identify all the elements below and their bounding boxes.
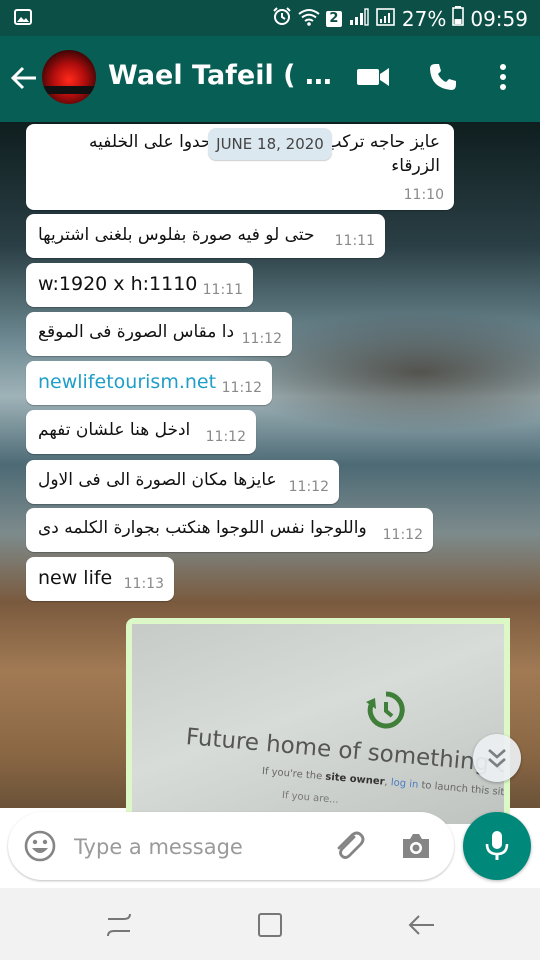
chat-header: Wael Tafeil ( Image... [0,36,540,122]
message-text: ادخل هنا علشان تفهم [38,420,191,440]
image-text-headline: Future home of something qu [184,724,504,780]
message-text: دا مقاس الصورة فى الموقع [38,322,235,342]
back-nav-icon[interactable] [406,910,436,944]
composer [0,808,540,888]
clock: 09:59 [470,6,528,31]
camera-icon[interactable] [400,832,432,864]
double-chevron-down-icon [488,749,506,768]
image-thumbnail[interactable]: Future home of something qu If you're th… [132,624,504,824]
battery-icon [452,6,465,31]
message-time: 11:12 [241,331,282,347]
image-message[interactable]: Future home of something qu If you're th… [126,618,510,824]
back-arrow-icon[interactable] [10,64,38,96]
signal-icon-2 [376,7,396,31]
message-input[interactable] [72,828,326,866]
avatar[interactable] [42,50,96,104]
wifi-icon [298,7,320,31]
alarm-icon [272,6,292,31]
message-bubble[interactable]: حتى لو فيه صورة بفلوس بلغنى اشتريها 11:1… [26,214,385,258]
message-time: 11:12 [382,527,423,543]
sync-logo-icon [364,688,408,736]
message-time: 11:12 [205,429,246,445]
date-chip: JUNE 18, 2020 [208,128,332,160]
message-text: w:1920 x h:1110 [38,273,198,295]
status-bar: 2 27% 09:59 [0,0,540,36]
message-time: 11:13 [123,576,164,592]
home-icon[interactable] [256,910,284,944]
more-vert-icon[interactable] [498,62,508,96]
message-input-container [8,812,454,880]
message-time: 11:12 [288,479,329,495]
message-bubble[interactable]: دا مقاس الصورة فى الموقع 11:12 [26,312,292,356]
message-time: 11:10 [403,187,444,203]
message-time: 11:11 [202,282,243,298]
message-text: عايزها مكان الصورة الى فى الاول [38,470,277,490]
message-link[interactable]: newlifetourism.net [38,371,216,393]
message-time: 11:12 [221,380,262,396]
phone-icon[interactable] [428,62,458,96]
sim-badge: 2 [325,10,342,27]
battery-percent: 27% [401,6,447,31]
attach-icon[interactable] [332,829,366,867]
message-text: حتى لو فيه صورة بفلوس بلغنى اشتريها [38,225,315,245]
recents-icon[interactable] [104,910,134,944]
message-bubble[interactable]: w:1920 x h:1110 11:11 [26,263,253,307]
video-call-icon[interactable] [356,62,390,96]
message-bubble[interactable]: واللوجوا نفس اللوجوا هنكتب بجوارة الكلمه… [26,508,433,552]
mic-button[interactable] [463,812,531,880]
image-icon [14,9,32,29]
message-bubble[interactable]: newlifetourism.net 11:12 [26,361,272,405]
message-bubble[interactable]: عايزها مكان الصورة الى فى الاول 11:12 [26,460,339,504]
emoji-icon[interactable] [24,830,56,866]
message-time: 11:11 [334,233,375,249]
system-nav-bar [0,888,540,960]
message-text: new life [38,567,113,589]
scroll-to-bottom-button[interactable] [473,734,521,782]
contact-name[interactable]: Wael Tafeil ( Image... [108,60,340,91]
mic-icon [485,831,509,860]
message-text: الزرقاء [391,156,440,176]
message-bubble[interactable]: new life 11:13 [26,557,174,601]
message-bubble[interactable]: ادخل هنا علشان تفهم 11:12 [26,410,256,454]
image-text-faint: If you are... [281,790,340,806]
signal-icon [348,7,370,31]
message-text: واللوجوا نفس اللوجوا هنكتب بجوارة الكلمه… [38,518,367,538]
